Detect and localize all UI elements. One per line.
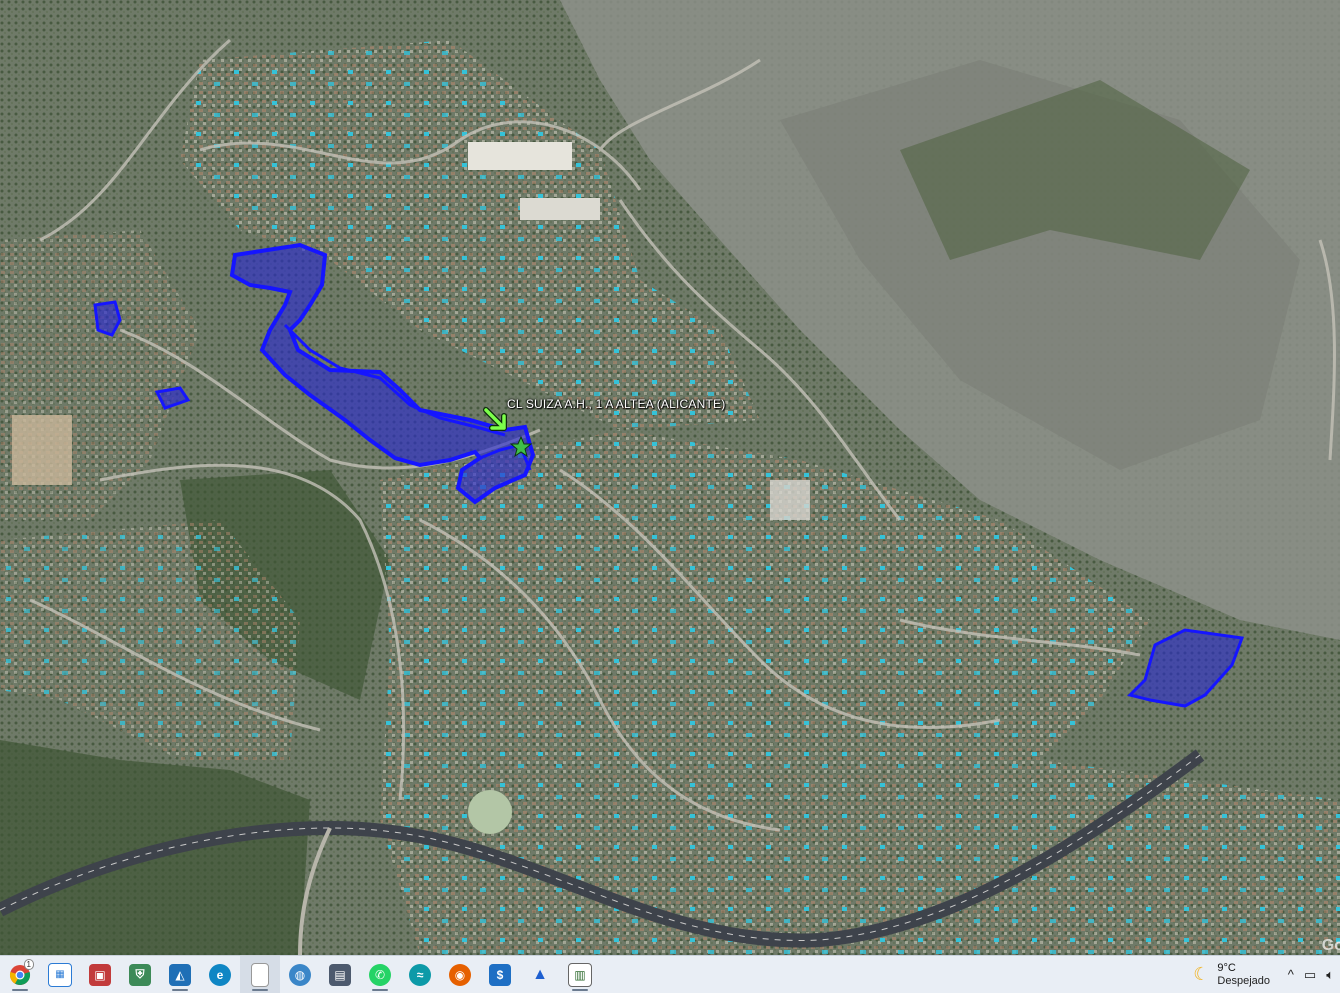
volume-icon[interactable]: 🔈︎ <box>1326 967 1334 983</box>
chevron-up-icon[interactable]: ^ <box>1288 967 1294 982</box>
building-block <box>468 142 572 170</box>
photos-icon[interactable]: ◭ <box>160 956 200 993</box>
parcel-small-left[interactable] <box>93 300 122 337</box>
firefox-icon[interactable]: ◉ <box>440 956 480 993</box>
taskbar: 1 ▦ ▣ ⛨ ◭ e ◍ ▤ ✆ ≈ ◉ $ ▲ ▥ ☾ 9°C Despej… <box>0 955 1340 993</box>
placemark-label[interactable]: CL SUIZA A.H., 1 A ALTEA (ALICANTE) <box>507 397 725 411</box>
dollar-app-icon[interactable]: $ <box>480 956 520 993</box>
globe-icon[interactable]: ◍ <box>280 956 320 993</box>
wave-app-icon[interactable]: ≈ <box>400 956 440 993</box>
chrome-icon[interactable]: 1 <box>0 956 40 993</box>
window-app-icon[interactable]: ▥ <box>560 956 600 993</box>
document-icon[interactable] <box>240 956 280 993</box>
weather-temperature: 9°C <box>1217 961 1236 974</box>
weather-condition: Despejado <box>1217 974 1270 987</box>
camera-icon[interactable]: ▣ <box>80 956 120 993</box>
map-watermark: Go <box>1321 937 1340 954</box>
edge-icon[interactable]: e <box>200 956 240 993</box>
whatsapp-icon[interactable]: ✆ <box>360 956 400 993</box>
building-block <box>520 198 600 220</box>
building-block <box>770 480 810 520</box>
building-block <box>12 415 72 485</box>
lock-window-icon[interactable]: ⛨ <box>120 956 160 993</box>
weather-widget[interactable]: ☾ 9°C Despejado <box>1193 962 1270 988</box>
moon-icon: ☾ <box>1193 964 1210 984</box>
arc-app-icon[interactable]: ▲ <box>520 956 560 993</box>
map-canvas[interactable] <box>0 0 1340 955</box>
system-tray: ☾ 9°C Despejado ^ ▭ 🔈︎ <box>1193 956 1340 993</box>
round-field <box>468 790 512 834</box>
sheets-icon[interactable]: ▦ <box>40 956 80 993</box>
network-icon[interactable]: ▭ <box>1304 967 1316 983</box>
notification-badge: 1 <box>23 959 34 970</box>
save-disk-icon[interactable]: ▤ <box>320 956 360 993</box>
satellite-map[interactable]: CL SUIZA A.H., 1 A ALTEA (ALICANTE) Go <box>0 0 1340 955</box>
